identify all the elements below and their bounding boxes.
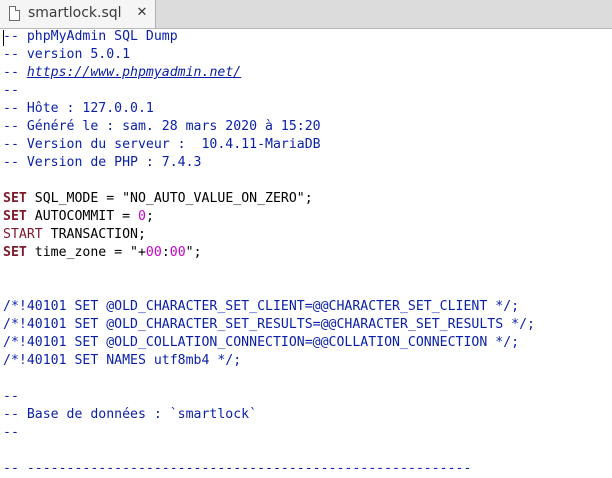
code-line: -- Version de PHP : 7.4.3 [3,154,610,172]
code-line: -- version 5.0.1 [3,46,610,64]
code-token: -- Généré le : sam. 28 mars 2020 à 15:20 [3,119,321,134]
code-line: -- Version du serveur : 10.4.11-MariaDB [3,136,610,154]
code-token: -- version 5.0.1 [3,47,131,62]
code-token: -- phpMyAdmin SQL Dump [3,29,178,44]
code-token: -- Version de PHP : 7.4.3 [3,155,202,170]
code-line: SET SQL_MODE = "NO_AUTO_VALUE_ON_ZERO"; [3,190,610,208]
code-token: /*!40101 SET @OLD_CHARACTER_SET_RESULTS=… [3,317,535,332]
code-token: TRANSACTION; [42,227,146,242]
code-token: -- Hôte : 127.0.0.1 [3,101,154,116]
code-token: -- Version du serveur : 10.4.11-MariaDB [3,137,321,152]
close-icon[interactable]: ✕ [135,6,149,20]
tab-smartlock-sql[interactable]: smartlock.sql ✕ [0,0,156,28]
code-token: -- [3,83,19,98]
code-line: -- [3,82,610,100]
tab-bar: smartlock.sql ✕ [0,0,612,29]
code-line: /*!40101 SET NAMES utf8mb4 */; [3,352,610,370]
code-line: -- https://www.phpmyadmin.net/ [3,64,610,82]
code-line: SET AUTOCOMMIT = 0; [3,208,610,226]
code-token: 0 [137,209,146,224]
code-token: -- Base de données : `smartlock` [3,407,258,422]
code-line: -- -------------------------------------… [3,460,610,478]
code-token: -- [3,65,27,80]
code-line: -- [3,388,610,406]
code-token: "; [185,245,202,260]
code-editor[interactable]: -- phpMyAdmin SQL Dump -- version 5.0.1 --… [3,28,610,478]
code-token: SET [3,191,27,206]
code-token: : [161,245,170,260]
code-line: /*!40101 SET @OLD_CHARACTER_SET_RESULTS=… [3,316,610,334]
code-token: ; [145,209,154,224]
code-token: SET [3,245,27,260]
tab-title: smartlock.sql [28,5,122,21]
code-token: SET [3,209,27,224]
text-cursor [3,30,4,46]
code-token: -- [3,389,19,404]
code-token: /*!40101 SET @OLD_COLLATION_CONNECTION=@… [3,335,520,350]
code-token: time_zone = "+ [26,245,146,260]
code-line: /*!40101 SET @OLD_COLLATION_CONNECTION=@… [3,334,610,352]
code-line: -- Généré le : sam. 28 mars 2020 à 15:20 [3,118,610,136]
code-line: /*!40101 SET @OLD_CHARACTER_SET_CLIENT=@… [3,298,610,316]
code-line: -- phpMyAdmin SQL Dump [3,28,610,46]
code-token: 00 [145,245,162,260]
code-token: -- -------------------------------------… [3,461,472,476]
code-token: AUTOCOMMIT = [26,209,138,224]
code-token: -- [3,425,19,440]
text-file-icon [9,6,20,21]
code-token: SQL_MODE = "NO_AUTO_VALUE_ON_ZERO"; [26,191,313,206]
code-line: -- [3,424,610,442]
code-line: -- Hôte : 127.0.0.1 [3,100,610,118]
code-token: 00 [169,245,186,260]
code-token: /*!40101 SET NAMES utf8mb4 */; [3,353,242,368]
code-token: /*!40101 SET @OLD_CHARACTER_SET_CLIENT=@… [3,299,520,314]
code-link[interactable]: https://www.phpmyadmin.net/ [27,65,241,80]
code-token: START [3,227,43,242]
code-line: START TRANSACTION; [3,226,610,244]
code-line: -- Base de données : `smartlock` [3,406,610,424]
code-line: SET time_zone = "+00:00"; [3,244,610,262]
